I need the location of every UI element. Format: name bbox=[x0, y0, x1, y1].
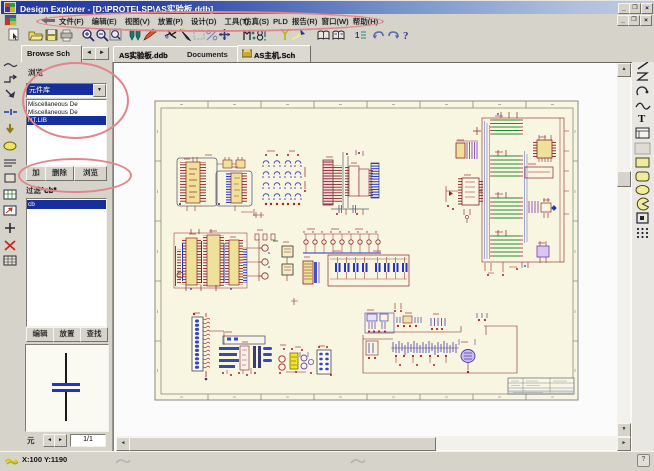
svg-text:T: T bbox=[638, 113, 646, 125]
svg-text:?: ? bbox=[403, 30, 409, 42]
svg-text:1: 1 bbox=[355, 31, 360, 40]
